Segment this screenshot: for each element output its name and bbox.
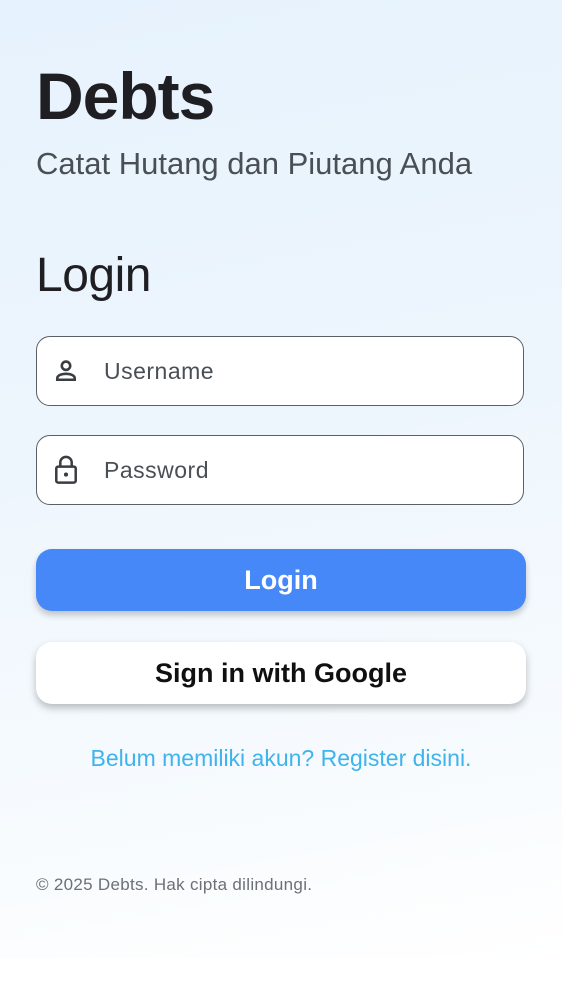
login-screen: Debts Catat Hutang dan Piutang Anda Logi… [0,0,562,958]
google-signin-button[interactable]: Sign in with Google [36,642,526,704]
username-field[interactable] [36,336,524,406]
login-heading: Login [36,249,151,302]
person-icon [51,356,81,386]
app-subtitle: Catat Hutang dan Piutang Anda [36,146,473,181]
password-input[interactable] [102,455,486,485]
app-title: Debts [36,59,215,133]
register-link[interactable]: Belum memiliki akun? Register disini. [0,745,562,772]
password-field[interactable] [36,435,524,505]
copyright-text: © 2025 Debts. Hak cipta dilindungi. [36,875,313,894]
lock-icon [51,455,81,485]
username-input[interactable] [102,356,486,386]
login-button[interactable]: Login [36,549,526,611]
